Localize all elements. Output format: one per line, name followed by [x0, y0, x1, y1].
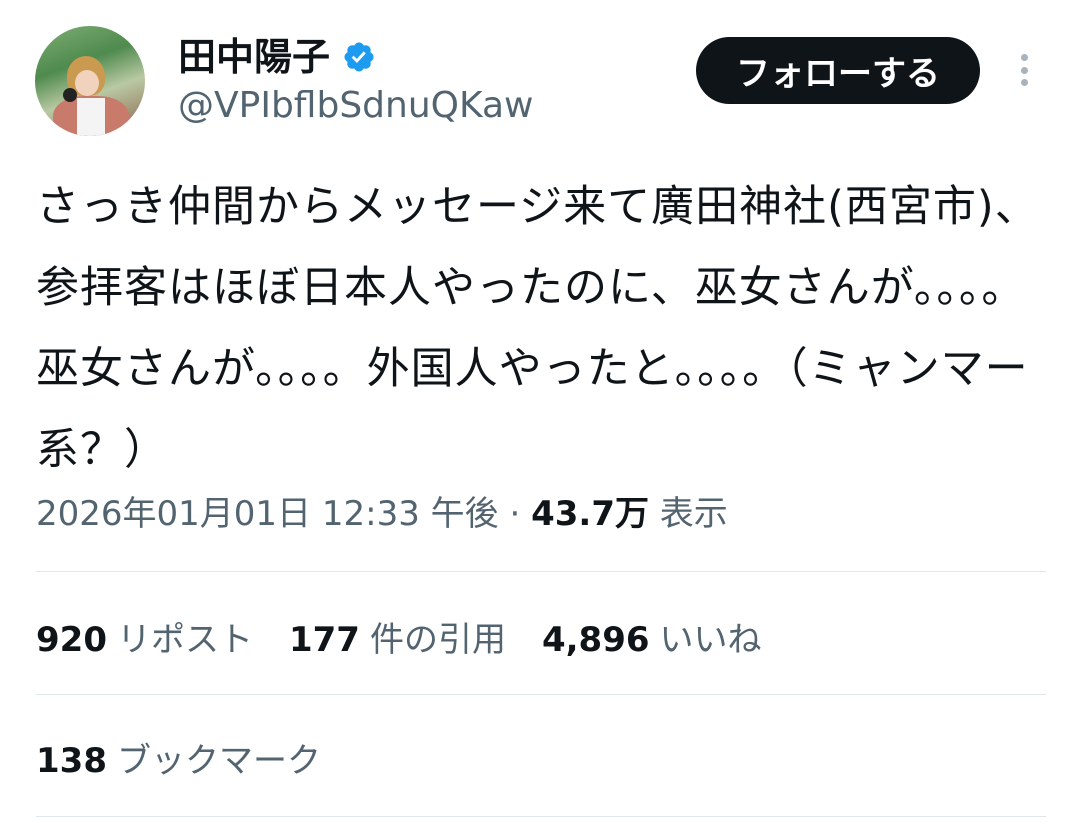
avatar-shirt	[77, 98, 105, 136]
bookmarks-stat[interactable]: 138 ブックマーク	[36, 733, 321, 783]
divider	[36, 571, 1046, 572]
vertical-ellipsis-icon[interactable]	[1006, 48, 1042, 92]
quotes-stat[interactable]: 177 件の引用	[289, 612, 506, 661]
reposts-label: リポスト	[116, 619, 253, 660]
display-name[interactable]: 田中陽子	[178, 34, 330, 80]
quotes-label: 件の引用	[369, 619, 506, 660]
bookmarks-count: 138	[36, 741, 107, 781]
timestamp[interactable]: 2026年01月01日 12:33 午後	[36, 494, 499, 534]
views-count: 43.7万	[531, 494, 649, 534]
bookmarks-label: ブックマーク	[116, 741, 321, 781]
divider	[36, 816, 1046, 817]
likes-count: 4,896	[541, 619, 650, 660]
avatar-face	[75, 70, 99, 96]
follow-button[interactable]: フォローする	[696, 37, 980, 104]
tweet-detail: 田中陽子 @VPIbflbSdnuQKaw フォローする さっき仲間からメッセー…	[0, 0, 1080, 832]
meta-separator: ·	[509, 494, 521, 534]
likes-label: いいね	[659, 619, 762, 660]
views-label: 表示	[659, 494, 728, 534]
verified-badge-icon	[344, 42, 374, 72]
likes-stat[interactable]: 4,896 いいね	[542, 612, 762, 661]
reposts-count: 920	[36, 619, 107, 660]
avatar[interactable]	[35, 26, 145, 136]
avatar-microphone	[63, 88, 77, 102]
tweet-text: さっき仲間からメッセージ来て廣田神社(西宮市)、参拝客はほぼ日本人やったのに、巫…	[36, 182, 1039, 475]
engagement-stats: 920 リポスト 177 件の引用 4,896 いいね	[36, 611, 762, 661]
display-name-row[interactable]: 田中陽子	[178, 34, 376, 80]
tweet-meta: 2026年01月01日 12:33 午後 · 43.7万 表示	[36, 489, 728, 539]
divider	[36, 694, 1046, 695]
reposts-stat[interactable]: 920 リポスト	[36, 612, 253, 661]
user-handle[interactable]: @VPIbflbSdnuQKaw	[178, 84, 533, 128]
quotes-count: 177	[288, 619, 360, 660]
